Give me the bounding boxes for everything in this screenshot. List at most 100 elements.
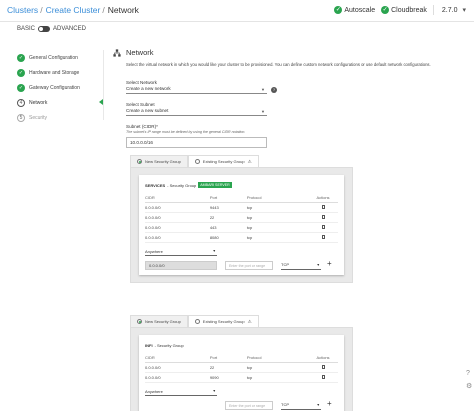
status-group: ✓ Autoscale ✓ Cloudbreak 2.7.0 ▾ — [328, 5, 466, 15]
protocol-cell: tcp — [246, 372, 308, 383]
tab-label: Existing Security Group — [202, 159, 245, 164]
chevron-down-icon: ▼ — [261, 87, 265, 92]
chevron-down-icon[interactable]: ▾ — [462, 6, 466, 14]
cloudbreak-status[interactable]: ✓ Cloudbreak — [381, 6, 427, 14]
group-suffix: - Security Group — [154, 342, 184, 348]
add-rule-row: Anywhere ▼ 0.0.0.0/0 Enter the port or r… — [145, 249, 338, 270]
trash-icon[interactable] — [321, 204, 325, 209]
cidr-cell: 0.0.0.0/0 — [145, 212, 210, 223]
chevron-down-icon: ▼ — [261, 109, 265, 114]
warning-icon: ⚠ — [247, 158, 252, 164]
radio-selected[interactable] — [137, 319, 142, 324]
step-general-configuration[interactable]: ✓ General Configuration — [17, 50, 103, 65]
gear-icon[interactable]: ⚙ — [466, 382, 474, 390]
breadcrumb-separator: / — [102, 5, 105, 15]
check-circle-icon: ✓ — [381, 6, 390, 14]
cidr-cell: 0.0.0.0/0 — [145, 362, 210, 373]
source-select[interactable]: Anywhere ▼ — [145, 249, 217, 256]
actions-cell — [308, 232, 338, 243]
step-label: Network — [29, 99, 48, 106]
port-input[interactable]: Enter the port or range — [225, 400, 273, 410]
protocol-select[interactable]: TCP ▼ — [281, 402, 321, 410]
add-rule-plus-icon[interactable]: + — [327, 259, 332, 268]
protocol-cell: tcp — [246, 222, 308, 233]
chevron-down-icon: ▼ — [316, 262, 320, 267]
autoscale-status[interactable]: ✓ Autoscale — [334, 6, 375, 14]
mode-switch: BASIC ADVANCED — [17, 26, 86, 32]
cidr-cell: 0.0.0.0/0 — [145, 232, 210, 243]
trash-icon[interactable] — [321, 234, 325, 239]
divider — [432, 5, 434, 15]
actions-cell — [308, 202, 338, 213]
protocol-select[interactable]: TCP ▼ — [281, 262, 321, 270]
cidr-label: Subnet (CIDR)* — [126, 124, 158, 129]
tab-existing-security-group[interactable]: Existing Security Group ⚠ — [187, 155, 259, 167]
step-security[interactable]: 5 Security — [17, 110, 103, 125]
mode-toggle[interactable] — [38, 26, 51, 32]
cidr-input[interactable]: 10.0.0.0/16 — [126, 137, 267, 148]
security-group-tabs: New Security Group Existing Security Gro… — [130, 155, 353, 167]
rules-table: CIDR Port Protocol Actions 0.0.0.0/0 944… — [145, 194, 338, 243]
network-icon — [113, 48, 121, 57]
table-header-row: CIDR Port Protocol Actions — [145, 194, 338, 203]
step-gateway-configuration[interactable]: ✓ Gateway Configuration — [17, 80, 103, 95]
help-circle-icon[interactable]: ? — [466, 370, 474, 377]
rule-cidr-input[interactable]: 0.0.0.0/0 — [145, 260, 217, 270]
table-row: 0.0.0.0/0 443 tcp — [145, 222, 338, 233]
trash-icon[interactable] — [321, 224, 325, 229]
column-header: Port — [209, 354, 247, 363]
column-header: Protocol — [246, 354, 308, 363]
tab-existing-security-group[interactable]: Existing Security Group ⚠ — [187, 315, 259, 327]
tab-new-security-group[interactable]: New Security Group — [130, 155, 188, 167]
column-header: Actions — [308, 194, 338, 203]
add-rule-plus-icon[interactable]: + — [327, 399, 332, 408]
column-header: Protocol — [246, 194, 308, 203]
network-select[interactable]: Create a new network ▼ — [126, 86, 267, 94]
tab-label: New Security Group — [145, 159, 181, 164]
port-cell: 22 — [209, 362, 247, 373]
security-group-card: INFI - Security Group CIDR Port Protocol… — [139, 335, 344, 411]
version-label: 2.7.0 — [441, 6, 458, 14]
radio-unselected[interactable] — [194, 159, 200, 164]
protocol-select-value: TCP — [281, 261, 289, 267]
breadcrumb-current: Network — [107, 5, 139, 15]
tab-new-security-group[interactable]: New Security Group — [130, 315, 188, 327]
port-cell: 8080 — [209, 232, 247, 243]
step-hardware-and-storage[interactable]: ✓ Hardware and Storage — [17, 65, 103, 80]
source-select[interactable]: Anywhere ▼ — [145, 389, 217, 396]
breadcrumb-create-cluster-link[interactable]: Create Cluster — [46, 5, 101, 15]
trash-icon[interactable] — [321, 214, 325, 219]
wizard-steps: ✓ General Configuration ✓ Hardware and S… — [17, 50, 103, 125]
mode-basic-label: BASIC — [17, 26, 36, 32]
tab-label: New Security Group — [145, 319, 181, 324]
group-name: SERVICES — [145, 182, 166, 188]
required-marker: * — [156, 124, 158, 129]
radio-unselected[interactable] — [194, 319, 200, 324]
network-form: Network Select the virtual network in wh… — [113, 48, 465, 148]
port-input[interactable]: Enter the port or range — [225, 260, 273, 270]
cidr-cell: 0.0.0.0/0 — [145, 202, 210, 213]
step-network[interactable]: 4 Network — [17, 95, 103, 110]
subnet-select[interactable]: Create a new subnet ▼ — [126, 108, 267, 116]
security-group-title: SERVICES - Security Group AMBARI SERVER — [145, 181, 338, 189]
actions-cell — [308, 362, 338, 373]
protocol-cell: tcp — [246, 232, 308, 243]
cidr-hint: The subnet's IP range must be defined by… — [126, 130, 246, 134]
cidr-label-text: Subnet (CIDR) — [126, 124, 157, 129]
protocol-select-value: TCP — [281, 401, 289, 407]
column-header: CIDR — [145, 354, 210, 363]
security-group-panel: SERVICES - Security Group AMBARI SERVER … — [130, 167, 353, 283]
protocol-cell: tcp — [246, 362, 308, 373]
rules-table: CIDR Port Protocol Actions 0.0.0.0/0 22 … — [145, 354, 338, 383]
step-label: Gateway Configuration — [29, 84, 80, 91]
side-tools: ? ⚙ — [466, 370, 474, 395]
help-icon[interactable]: ? — [271, 87, 277, 93]
breadcrumb-clusters-link[interactable]: Clusters — [7, 5, 38, 15]
actions-cell — [308, 212, 338, 223]
breadcrumb-separator: / — [40, 5, 43, 15]
ambari-server-badge: AMBARI SERVER — [198, 182, 232, 188]
trash-icon[interactable] — [321, 374, 325, 379]
trash-icon[interactable] — [321, 364, 325, 369]
check-circle-icon: ✓ — [334, 6, 343, 14]
radio-selected[interactable] — [137, 159, 142, 164]
